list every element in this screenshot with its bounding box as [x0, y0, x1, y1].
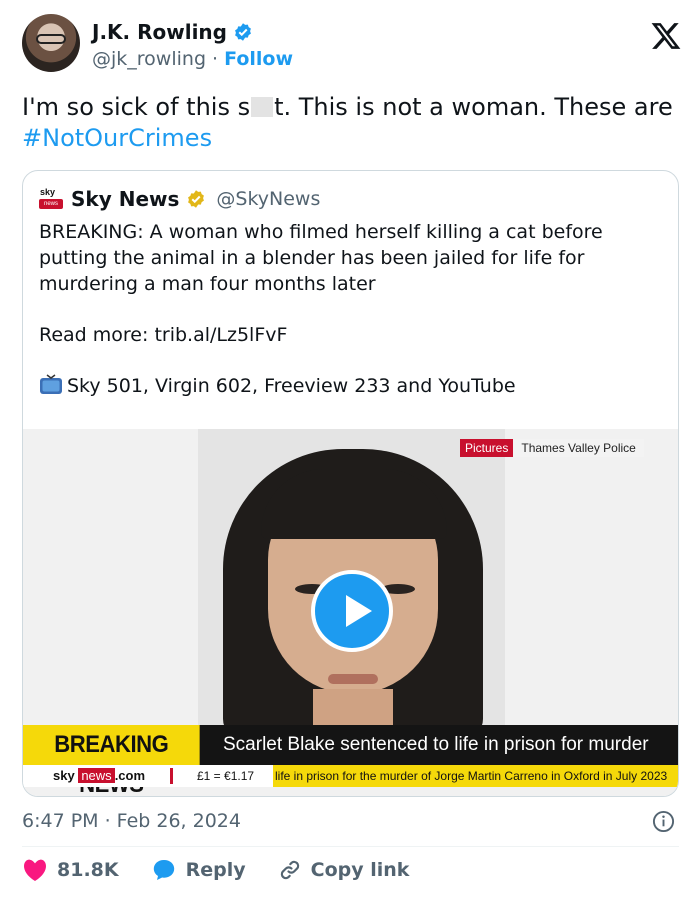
hashtag-link[interactable]: #NotOurCrimes — [22, 124, 212, 152]
reply-button[interactable]: Reply — [151, 858, 246, 882]
video-player[interactable]: Pictures Thames Valley Police BREAKING N… — [23, 429, 678, 796]
tweet-header: J.K. Rowling @jk_rowling · Follow — [22, 14, 682, 80]
follow-button[interactable]: Follow — [224, 48, 293, 70]
quoted-tweet-body: BREAKING: A woman who filmed herself kil… — [39, 219, 659, 424]
author-name-row: J.K. Rowling — [92, 20, 253, 44]
like-count: 81.8K — [57, 859, 119, 881]
ticker-separator — [170, 768, 173, 784]
quoted-author-handle[interactable]: @SkyNews — [216, 188, 320, 210]
quoted-tweet[interactable]: sky news Sky News @SkyNews BREAKING: A w… — [22, 170, 679, 797]
ticker-exchange-rate: £1 = €1.17 — [197, 769, 255, 783]
quoted-paragraph-breaking: BREAKING: A woman who filmed herself kil… — [39, 221, 603, 295]
news-ticker: sky news .com £1 = €1.17 life in prison f… — [23, 765, 678, 787]
photo-credit: Pictures Thames Valley Police — [460, 439, 644, 457]
tweet-timestamp[interactable]: 6:47 PM · Feb 26, 2024 — [22, 810, 241, 832]
actions-divider — [22, 846, 679, 847]
mugshot-bangs — [261, 469, 447, 539]
quoted-tweet-header: sky news Sky News @SkyNews — [38, 187, 320, 211]
quoted-paragraph-link: Read more: trib.al/Lz5lFvF — [39, 324, 288, 346]
quoted-author-name[interactable]: Sky News — [71, 187, 179, 211]
breaking-news-bar: BREAKING NEWS Scarlet Blake sentenced to… — [23, 725, 678, 796]
quoted-paragraph-channels: Sky 501, Virgin 602, Freeview 233 and Yo… — [39, 373, 659, 399]
ticker-logo-news: news — [78, 768, 115, 783]
sky-logo-news: news — [39, 199, 63, 209]
breaking-news-label: BREAKING NEWS — [23, 725, 200, 796]
reply-bubble-icon — [153, 860, 174, 880]
link-icon — [280, 860, 299, 880]
reply-label: Reply — [185, 859, 246, 881]
info-icon[interactable] — [652, 810, 675, 833]
credit-source: Thames Valley Police — [513, 439, 644, 457]
heart-icon — [24, 859, 46, 882]
tweet-text-start: I'm so sick of this s — [22, 93, 251, 121]
sky-news-avatar[interactable]: sky news — [38, 187, 64, 211]
ticker-logo-suffix: .com — [114, 768, 146, 783]
author-handle[interactable]: @jk_rowling — [92, 48, 206, 70]
copy-link-button[interactable]: Copy link — [278, 858, 410, 882]
like-button[interactable]: 81.8K — [22, 858, 119, 882]
tweet-actions: 81.8K Reply Copy link — [22, 858, 441, 882]
ticker-headline: life in prison for the murder of Jorge M… — [273, 765, 678, 787]
channels-text: Sky 501, Virgin 602, Freeview 233 and Yo… — [67, 375, 516, 397]
tweet-text: I'm so sick of this s t. This is not a wo… — [22, 92, 682, 154]
ticker-logo: sky news .com — [53, 765, 145, 787]
gold-verified-badge-icon — [188, 190, 205, 208]
verified-badge-icon — [235, 23, 251, 41]
credit-label: Pictures — [460, 439, 514, 457]
mugshot-mouth — [328, 674, 378, 684]
copy-link-label: Copy link — [310, 859, 410, 881]
play-icon[interactable] — [311, 570, 393, 652]
ticker-logo-sky: sky — [53, 768, 75, 783]
author-name[interactable]: J.K. Rowling — [92, 20, 227, 44]
censor-block — [251, 97, 274, 117]
x-logo-icon[interactable] — [650, 20, 682, 52]
author-handle-row: @jk_rowling · Follow — [92, 48, 293, 70]
tv-icon — [40, 374, 62, 394]
handle-separator: · — [206, 48, 225, 70]
sky-logo-text: sky — [40, 187, 56, 197]
breaking-news-headline: Scarlet Blake sentenced to life in priso… — [223, 734, 649, 755]
author-avatar[interactable] — [22, 14, 80, 72]
tweet-text-end: t. This is not a woman. These are — [274, 93, 673, 121]
